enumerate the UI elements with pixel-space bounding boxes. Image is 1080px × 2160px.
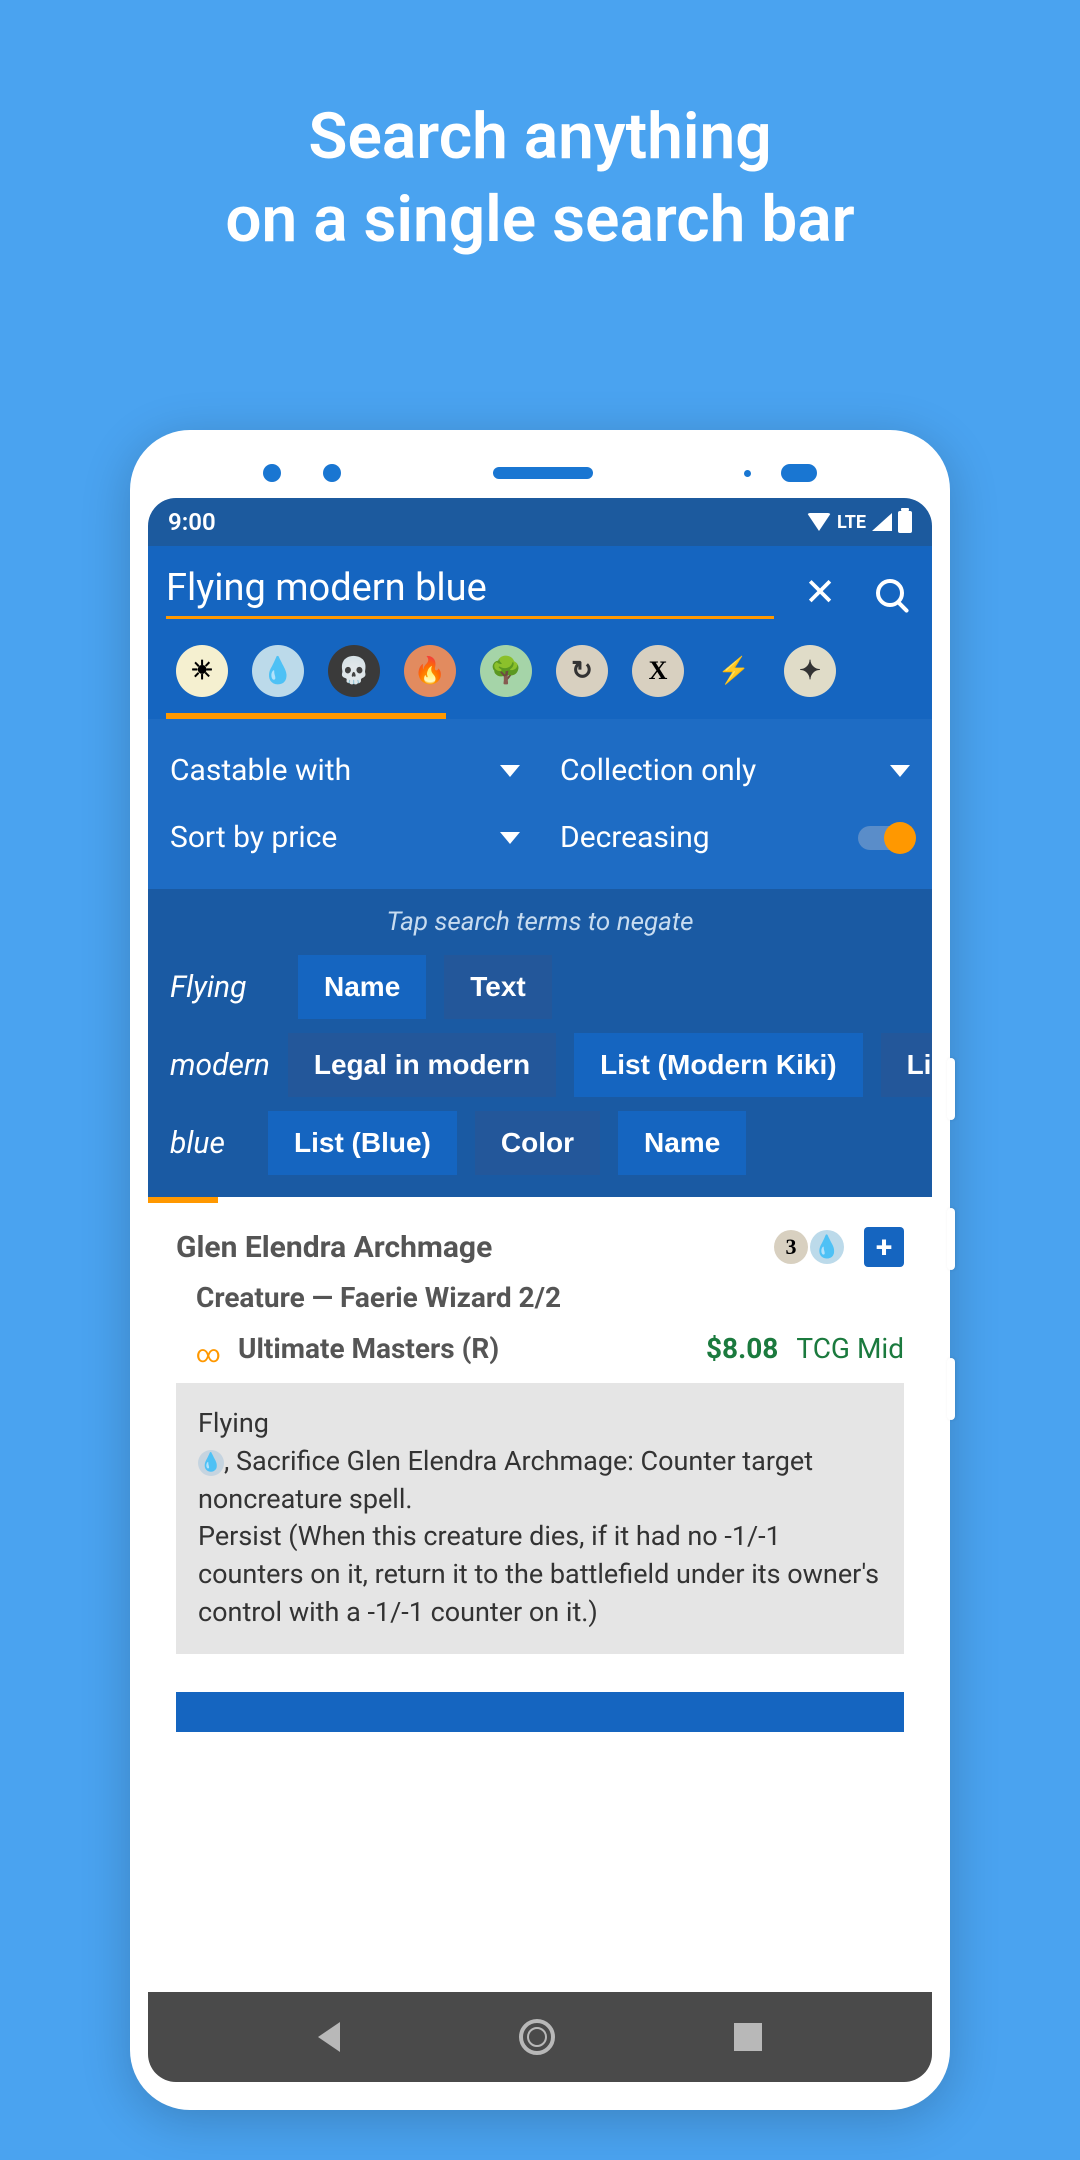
network-label: LTE	[837, 512, 866, 533]
mana-spark-icon[interactable]: ✦	[784, 645, 836, 697]
mana-red-icon[interactable]: 🔥	[404, 645, 456, 697]
card-mana-cost: 3 💧 +	[774, 1227, 904, 1267]
mana-green-icon[interactable]: 🌳	[480, 645, 532, 697]
chip-partial[interactable]: Li	[881, 1033, 932, 1097]
chip-legal-modern[interactable]: Legal in modern	[288, 1033, 556, 1097]
add-card-button[interactable]: +	[864, 1227, 904, 1267]
notch-dot	[323, 464, 341, 482]
app-bar: ✕ ☀ 💧 💀 🔥 🌳 ↻ X ⚡ ✦	[148, 546, 932, 719]
chevron-down-icon	[500, 832, 520, 844]
sort-dropdown[interactable]: Sort by price	[170, 820, 520, 855]
nav-back-button[interactable]	[318, 2022, 340, 2052]
term-label: blue	[170, 1126, 250, 1161]
phone-side-buttons	[947, 1058, 955, 1420]
direction-toggle-row: Decreasing	[560, 820, 910, 855]
card-text-box: Flying 💧, Sacrifice Glen Elendra Archmag…	[176, 1383, 904, 1654]
term-row: blue List (Blue) Color Name	[170, 1111, 910, 1175]
android-nav-bar	[148, 1992, 932, 2082]
mana-blue-inline-icon: 💧	[198, 1450, 224, 1476]
direction-toggle[interactable]	[858, 826, 910, 850]
notch-speaker	[493, 467, 593, 479]
mana-generic-icon: 3	[774, 1230, 808, 1264]
filter-panel: Castable with Collection only Sort by pr…	[148, 719, 932, 889]
collection-dropdown[interactable]: Collection only	[560, 753, 910, 788]
castable-label: Castable with	[170, 753, 351, 788]
mana-tap-icon[interactable]: ↻	[556, 645, 608, 697]
search-row: ✕	[166, 566, 914, 619]
mana-blue-icon: 💧	[810, 1230, 844, 1264]
term-label: modern	[170, 1048, 270, 1083]
battery-icon	[898, 511, 912, 533]
mana-blue-icon[interactable]: 💧	[252, 645, 304, 697]
sort-label: Sort by price	[170, 820, 337, 855]
chip-text[interactable]: Text	[444, 955, 552, 1019]
direction-label: Decreasing	[560, 820, 710, 855]
term-row: Flying Name Text	[170, 955, 910, 1019]
card-text-persist: Persist (When this creature dies, if it …	[198, 1518, 882, 1631]
status-icons: LTE	[807, 511, 912, 533]
notch-sensor	[781, 464, 817, 482]
clear-button[interactable]: ✕	[796, 569, 844, 617]
screen: 9:00 LTE ✕ ☀ 💧	[148, 498, 932, 2082]
search-button[interactable]	[866, 569, 914, 617]
card-price: $8.08	[706, 1332, 778, 1365]
card-text-flying: Flying	[198, 1405, 882, 1443]
signal-icon	[872, 513, 892, 531]
card-set-name: Ultimate Masters (R)	[238, 1332, 696, 1365]
notch-camera	[744, 470, 751, 477]
search-input-wrap[interactable]	[166, 566, 774, 619]
chip-name[interactable]: Name	[298, 955, 426, 1019]
search-terms-panel: Tap search terms to negate Flying Name T…	[148, 889, 932, 1197]
mana-white-icon[interactable]: ☀	[176, 645, 228, 697]
chevron-down-icon	[500, 765, 520, 777]
promo-line-1: Search anything	[0, 95, 1080, 178]
set-icon: ∞	[196, 1340, 228, 1358]
term-row: modern Legal in modern List (Modern Kiki…	[170, 1033, 910, 1097]
collection-label: Collection only	[560, 753, 756, 788]
notch-dot	[263, 464, 281, 482]
chip-name[interactable]: Name	[618, 1111, 746, 1175]
card-footer-strip	[176, 1692, 904, 1732]
castable-dropdown[interactable]: Castable with	[170, 753, 520, 788]
search-icon	[876, 579, 904, 607]
wifi-icon	[807, 513, 831, 531]
phone-notch	[148, 448, 932, 498]
mana-x-icon[interactable]: X	[632, 645, 684, 697]
card-text-ability: 💧, Sacrifice Glen Elendra Archmage: Coun…	[198, 1443, 882, 1519]
close-icon: ✕	[804, 570, 836, 615]
chip-list-blue[interactable]: List (Blue)	[268, 1111, 457, 1175]
chip-list-modern-kiki[interactable]: List (Modern Kiki)	[574, 1033, 862, 1097]
status-bar: 9:00 LTE	[148, 498, 932, 546]
nav-home-button[interactable]	[519, 2019, 555, 2055]
search-input[interactable]	[166, 566, 774, 610]
card-name: Glen Elendra Archmage	[176, 1230, 492, 1265]
card-result[interactable]: Glen Elendra Archmage 3 💧 + Creature — F…	[148, 1203, 932, 1678]
status-time: 9:00	[168, 508, 216, 536]
chevron-down-icon	[890, 765, 910, 777]
promo-line-2: on a single search bar	[0, 178, 1080, 261]
card-type-line: Creature — Faerie Wizard 2/2	[196, 1281, 904, 1314]
price-source: TCG Mid	[796, 1332, 904, 1365]
mana-bolt-icon[interactable]: ⚡	[708, 645, 760, 697]
nav-recent-button[interactable]	[734, 2023, 762, 2051]
chip-color[interactable]: Color	[475, 1111, 600, 1175]
terms-hint: Tap search terms to negate	[170, 907, 910, 937]
mana-black-icon[interactable]: 💀	[328, 645, 380, 697]
term-label: Flying	[170, 970, 280, 1005]
phone-frame: 9:00 LTE ✕ ☀ 💧	[130, 430, 950, 2110]
mana-icon-row: ☀ 💧 💀 🔥 🌳 ↻ X ⚡ ✦	[166, 619, 914, 711]
promo-heading: Search anything on a single search bar	[0, 0, 1080, 261]
